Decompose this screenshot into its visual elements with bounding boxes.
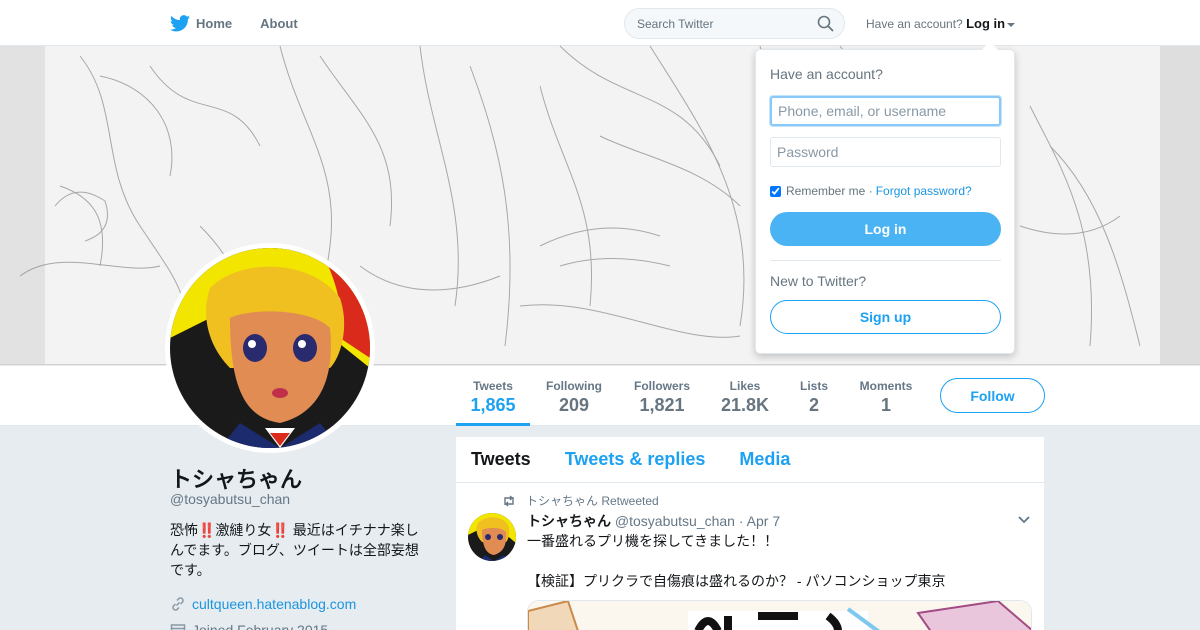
password-field[interactable] xyxy=(770,137,1001,167)
tweet-username[interactable]: @tosyabutsu_chan xyxy=(615,513,735,529)
have-account-text: Have an account? xyxy=(866,17,963,31)
stat-label: Lists xyxy=(799,379,828,393)
tweet-line xyxy=(527,551,945,571)
bio-text: 恐怖 xyxy=(170,522,198,538)
stat-value: 2 xyxy=(808,395,819,415)
tweet-header: トシャちゃん @tosyabutsu_chan · Apr 7 xyxy=(527,511,780,531)
tweet-text: 一番盛れるプリ機を探してきました！！ 【検証】プリクラで自傷痕は盛れるのか？ -… xyxy=(527,531,945,591)
tab-tweets[interactable]: Tweets xyxy=(471,449,531,470)
stat-value: 1,865 xyxy=(470,395,516,415)
avatar-image xyxy=(170,248,370,448)
stat-label: Followers xyxy=(633,379,690,393)
double-exclamation-icon: ‼️ xyxy=(198,522,216,538)
tweet-avatar-image xyxy=(468,513,516,561)
stat-value: 21.8K xyxy=(720,395,770,415)
username-field[interactable] xyxy=(770,96,1001,126)
nav-home[interactable]: Home xyxy=(170,14,233,32)
dropdown-arrow xyxy=(982,41,998,50)
profile-name: トシャちゃん xyxy=(170,467,303,492)
stat-tweets[interactable]: Tweets 1,865 xyxy=(456,366,530,426)
tab-tweets-replies[interactable]: Tweets & replies xyxy=(565,449,706,470)
stat-lists[interactable]: Lists 2 xyxy=(794,366,834,426)
chevron-down-icon[interactable] xyxy=(1017,515,1031,525)
search-input[interactable] xyxy=(625,9,805,38)
follow-button[interactable]: Follow xyxy=(940,378,1045,413)
twitter-bird-icon xyxy=(170,14,190,31)
retweet-context: トシャちゃん Retweeted xyxy=(502,492,659,509)
stat-moments[interactable]: Moments 1 xyxy=(855,366,917,426)
tweet-avatar[interactable] xyxy=(468,513,516,561)
login-toggle[interactable]: Have an account? Log in xyxy=(866,16,1016,31)
profile-website[interactable]: cultqueen.hatenablog.com xyxy=(170,596,356,612)
stat-value: 209 xyxy=(558,395,590,415)
nav-left: Home About xyxy=(170,0,326,46)
link-icon xyxy=(172,597,184,611)
forgot-password-link[interactable]: Forgot password? xyxy=(876,184,972,198)
caret-down-icon xyxy=(1007,22,1016,27)
new-to-twitter: New to Twitter? xyxy=(770,273,867,289)
bio-text: 激縺り女 xyxy=(215,522,272,538)
stat-following[interactable]: Following 209 xyxy=(540,366,608,426)
card-image xyxy=(528,601,1031,630)
divider xyxy=(770,260,1001,261)
profile-joined: Joined February 2015 xyxy=(170,622,328,630)
profile-handle[interactable]: @tosyabutsu_chan xyxy=(170,491,290,507)
login-button[interactable]: Log in xyxy=(770,212,1001,246)
stat-label: Following xyxy=(546,379,602,393)
retweet-icon xyxy=(504,495,514,506)
stat-likes[interactable]: Likes 21.8K xyxy=(716,366,774,426)
top-navigation: Home About Have an account? Log in xyxy=(0,0,1200,46)
tweet-card-image[interactable] xyxy=(527,600,1032,630)
timeline: Tweets Tweets & replies Media トシャちゃん Ret… xyxy=(456,437,1044,630)
home-label: Home xyxy=(196,15,233,31)
login-dropdown-title: Have an account? xyxy=(770,66,883,82)
tweet-line: 一番盛れるプリ機を探してきました！！ xyxy=(527,533,779,549)
stat-followers[interactable]: Followers 1,821 xyxy=(628,366,696,426)
stat-value: 1,821 xyxy=(639,395,685,415)
tab-media[interactable]: Media xyxy=(739,449,790,470)
stat-label: Likes xyxy=(729,379,761,393)
profile-avatar[interactable] xyxy=(165,243,375,453)
timeline-tabs: Tweets Tweets & replies Media xyxy=(456,437,1044,483)
login-dropdown: Have an account? Remember me · Forgot pa… xyxy=(755,41,1015,354)
double-exclamation-icon: ‼️ xyxy=(271,522,289,538)
profile-bio: 恐怖‼️激縺り女‼️ 最近はイチナナ楽しんでます。ブログ、ツイートは全部妄想です… xyxy=(170,520,432,580)
remember-label[interactable]: Remember me · xyxy=(786,184,873,198)
website-link[interactable]: cultqueen.hatenablog.com xyxy=(192,596,356,612)
search-box[interactable] xyxy=(624,8,845,39)
stat-label: Moments xyxy=(859,379,913,393)
remember-checkbox[interactable] xyxy=(770,185,781,197)
tweet-line: 【検証】プリクラで自傷痕は盛れるのか？ - パソコンショップ東京 xyxy=(527,573,946,589)
stat-label: Tweets xyxy=(473,379,513,393)
login-link[interactable]: Log in xyxy=(966,16,1005,31)
retweeted-by[interactable]: トシャちゃん Retweeted xyxy=(526,492,659,509)
remember-row: Remember me · Forgot password? xyxy=(770,184,972,198)
joined-text: Joined February 2015 xyxy=(192,622,329,630)
tweet-fullname[interactable]: トシャちゃん xyxy=(527,513,611,529)
calendar-icon xyxy=(170,624,186,630)
search-icon[interactable] xyxy=(817,15,834,32)
about-label: About xyxy=(260,15,298,31)
tweet-date[interactable]: · Apr 7 xyxy=(739,513,780,529)
signup-button[interactable]: Sign up xyxy=(770,300,1001,334)
stat-value: 1 xyxy=(880,395,891,415)
nav-about[interactable]: About xyxy=(260,16,298,31)
